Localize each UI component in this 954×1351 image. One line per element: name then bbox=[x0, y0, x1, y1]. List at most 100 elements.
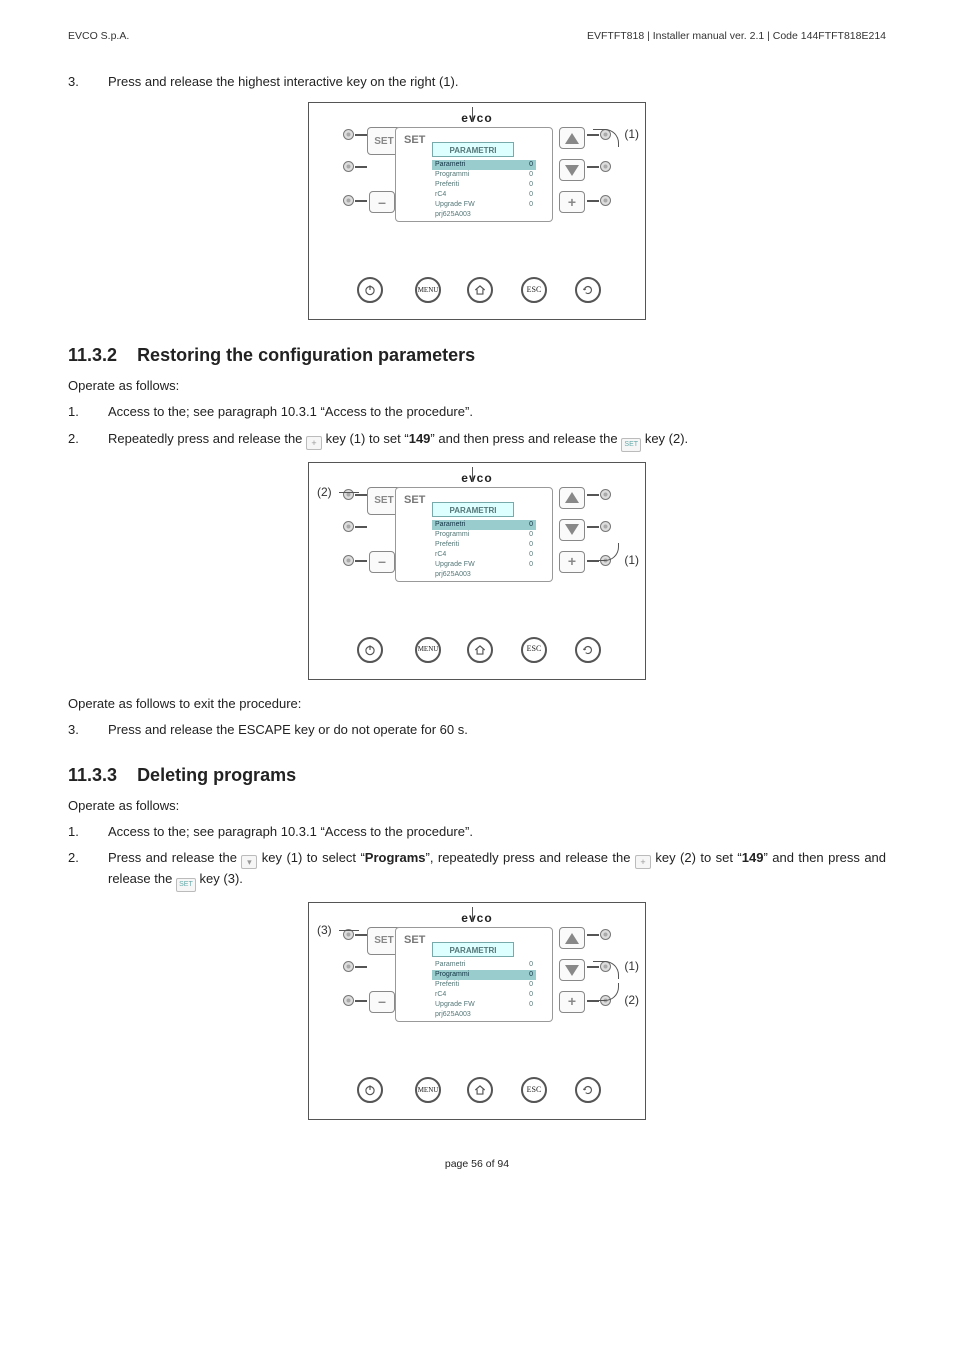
screw-icon bbox=[343, 161, 354, 172]
screw-icon bbox=[343, 195, 354, 206]
esc-button[interactable]: ESC bbox=[521, 1077, 547, 1103]
header-right: EVFTFT818 | Installer manual ver. 2.1 | … bbox=[587, 28, 886, 44]
lcd-set-label: SET bbox=[402, 932, 427, 949]
menu-button[interactable]: MENU bbox=[415, 637, 441, 663]
step-number: 3. bbox=[68, 720, 82, 740]
power-button[interactable] bbox=[357, 637, 383, 663]
exit-procedure-text: Operate as follows to exit the procedure… bbox=[68, 694, 886, 714]
screw-icon bbox=[600, 521, 611, 532]
plus-key[interactable]: + bbox=[559, 991, 585, 1013]
lcd-list: Parametri0 Programmi0 Preferiti0 rC40 Up… bbox=[432, 160, 536, 220]
brand-logo bbox=[309, 109, 645, 128]
connector-line bbox=[355, 166, 367, 168]
lcd-list: Parametri0 Programmi0 Preferiti0 rC40 Up… bbox=[432, 520, 536, 580]
menu-button[interactable]: MENU bbox=[415, 277, 441, 303]
lcd-set-label: SET bbox=[402, 132, 427, 149]
callout-1: (1) bbox=[624, 125, 639, 144]
step-number: 1. bbox=[68, 402, 82, 422]
callout-2: (2) bbox=[624, 991, 639, 1010]
plus-key[interactable]: + bbox=[559, 191, 585, 213]
home-icon bbox=[473, 1083, 487, 1097]
up-key[interactable] bbox=[559, 127, 585, 149]
triangle-down-icon bbox=[565, 165, 579, 176]
device-figure-3: SET – + SET PARAMETRI Parametri0 Program… bbox=[308, 902, 646, 1120]
step-text: Press and release the highest interactiv… bbox=[108, 72, 886, 92]
callout-1: (1) bbox=[624, 957, 639, 976]
step-number: 2. bbox=[68, 429, 82, 452]
connector-line bbox=[587, 200, 599, 202]
home-button[interactable] bbox=[467, 1077, 493, 1103]
triangle-up-icon bbox=[565, 933, 579, 944]
menu-button[interactable]: MENU bbox=[415, 1077, 441, 1103]
triangle-down-icon bbox=[565, 524, 579, 535]
power-button[interactable] bbox=[357, 277, 383, 303]
cycle-icon bbox=[581, 283, 595, 297]
page-number: page 56 of 94 bbox=[68, 1156, 886, 1172]
heading-11-3-3: 11.3.3Deleting programs bbox=[68, 762, 886, 790]
esc-button[interactable]: ESC bbox=[521, 637, 547, 663]
triangle-up-icon bbox=[565, 133, 579, 144]
down-key[interactable] bbox=[559, 519, 585, 541]
cycle-button[interactable] bbox=[575, 1077, 601, 1103]
triangle-up-icon bbox=[565, 492, 579, 503]
step-number: 3. bbox=[68, 72, 82, 92]
lcd-panel: SET PARAMETRI Parametri0 Programmi0 Pref… bbox=[395, 127, 553, 222]
power-button[interactable] bbox=[357, 1077, 383, 1103]
triangle-down-icon bbox=[565, 965, 579, 976]
home-button[interactable] bbox=[467, 637, 493, 663]
minus-key[interactable]: – bbox=[369, 551, 395, 573]
home-icon bbox=[473, 643, 487, 657]
step-text: Press and release the ▾ key (1) to selec… bbox=[108, 848, 886, 892]
screw-icon bbox=[343, 489, 354, 500]
step-text: Access to the; see paragraph 10.3.1 “Acc… bbox=[108, 402, 886, 422]
cycle-button[interactable] bbox=[575, 277, 601, 303]
screw-icon bbox=[343, 521, 354, 532]
lcd-tab: PARAMETRI bbox=[432, 502, 514, 517]
power-icon bbox=[363, 643, 377, 657]
cycle-button[interactable] bbox=[575, 637, 601, 663]
callout-1: (1) bbox=[624, 551, 639, 570]
header-left: EVCO S.p.A. bbox=[68, 28, 129, 44]
device-figure-1: SET – + SET PARAMETRI Parametri0 Program… bbox=[308, 102, 646, 320]
down-key[interactable] bbox=[559, 959, 585, 981]
connector-line bbox=[355, 200, 367, 202]
lcd-panel: SET PARAMETRI Parametri0 Programmi0 Pref… bbox=[395, 927, 553, 1022]
screw-icon bbox=[343, 129, 354, 140]
cycle-icon bbox=[581, 643, 595, 657]
device-figure-2: SET – + SET PARAMETRI Parametri0 Program… bbox=[308, 462, 646, 680]
down-key[interactable] bbox=[559, 159, 585, 181]
plus-key-icon: + bbox=[306, 436, 322, 450]
minus-key[interactable]: – bbox=[369, 191, 395, 213]
step-text: Repeatedly press and release the + key (… bbox=[108, 429, 886, 452]
power-icon bbox=[363, 283, 377, 297]
home-button[interactable] bbox=[467, 277, 493, 303]
up-key[interactable] bbox=[559, 487, 585, 509]
step-text: Press and release the ESCAPE key or do n… bbox=[108, 720, 886, 740]
set-key-icon: SET bbox=[621, 438, 641, 452]
esc-button[interactable]: ESC bbox=[521, 277, 547, 303]
screw-icon bbox=[600, 929, 611, 940]
power-icon bbox=[363, 1083, 377, 1097]
screw-icon bbox=[600, 161, 611, 172]
screw-icon bbox=[343, 555, 354, 566]
lcd-list: Parametri0 Programmi0 Preferiti0 rC40 Up… bbox=[432, 960, 536, 1020]
minus-key[interactable]: – bbox=[369, 991, 395, 1013]
lcd-panel: SET PARAMETRI Parametri0 Programmi0 Pref… bbox=[395, 487, 553, 582]
lcd-set-label: SET bbox=[402, 492, 427, 509]
plus-key[interactable]: + bbox=[559, 551, 585, 573]
plus-key-icon: + bbox=[635, 855, 651, 869]
set-key-icon: SET bbox=[176, 878, 196, 892]
home-icon bbox=[473, 283, 487, 297]
step-text: Access to the; see paragraph 10.3.1 “Acc… bbox=[108, 822, 886, 842]
up-key[interactable] bbox=[559, 927, 585, 949]
screw-icon bbox=[343, 961, 354, 972]
lcd-tab: PARAMETRI bbox=[432, 942, 514, 957]
connector-line bbox=[355, 134, 367, 136]
down-key-icon: ▾ bbox=[241, 855, 257, 869]
callout-2: (2) bbox=[317, 483, 332, 502]
screw-icon bbox=[600, 489, 611, 500]
callout-3: (3) bbox=[317, 921, 332, 940]
operate-as-follows: Operate as follows: bbox=[68, 796, 886, 816]
heading-11-3-2: 11.3.2Restoring the configuration parame… bbox=[68, 342, 886, 370]
connector-line bbox=[587, 166, 599, 168]
